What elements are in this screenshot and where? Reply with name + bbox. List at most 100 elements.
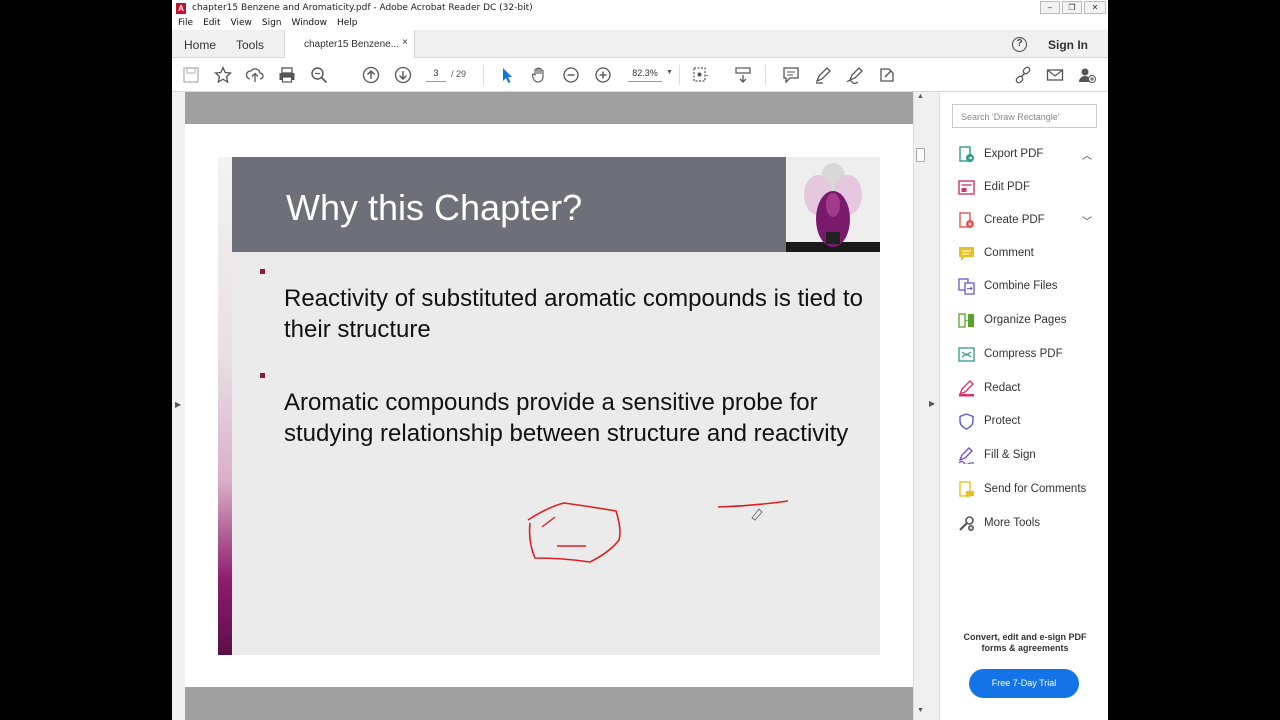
close-window-button[interactable]: ✕ [1084,1,1106,14]
send-for-comments-icon [959,480,974,498]
window-title: chapter15 Benzene and Aromaticity.pdf - … [192,3,533,13]
help-icon[interactable]: ? [1012,37,1027,52]
edit-pdf-icon [958,179,975,195]
tool-label: Fill & Sign [984,449,1036,461]
print-icon[interactable] [278,66,296,84]
document-viewport[interactable]: Why this Chapter? Reactivity of substitu… [185,92,913,720]
right-panel-toggle[interactable]: ▶ [927,92,939,720]
add-user-icon[interactable] [1078,66,1096,84]
tool-edit-pdf[interactable]: Edit PDF [958,177,1030,197]
protect-icon [959,412,974,430]
tab-tools[interactable]: Tools [236,38,264,52]
left-panel-toggle[interactable]: ▶ [172,92,185,720]
zoom-in-icon[interactable] [594,66,612,84]
tools-search-input[interactable]: Search 'Draw Rectangle' [952,104,1097,128]
zoom-level-input[interactable]: 82.3% [628,68,662,82]
sign-pen-icon[interactable] [846,66,864,85]
menu-bar: File Edit View Sign Window Help [172,16,1108,30]
collapse-right-icon[interactable]: ▶ [929,399,935,408]
expand-left-icon[interactable]: ▶ [175,400,181,409]
tool-fill-sign[interactable]: Fill & Sign [958,445,1036,465]
menu-help[interactable]: Help [337,18,358,28]
tool-label: Organize Pages [984,314,1067,326]
tool-create-pdf[interactable]: Create PDF ﹀ [958,210,1092,230]
tool-export-pdf[interactable]: Export PDF ︿ [958,144,1092,164]
page-total: / 29 [451,69,467,79]
next-page-icon[interactable] [394,66,412,84]
menu-window[interactable]: Window [292,18,328,28]
free-trial-button[interactable]: Free 7-Day Trial [969,669,1079,698]
tool-protect[interactable]: Protect [958,411,1020,431]
toolbar: 3 / 29 82.3% ▼ [172,58,1108,92]
vertical-scrollbar[interactable]: ▲ ▼ [913,92,927,720]
menu-sign[interactable]: Sign [262,18,282,28]
select-cursor-icon[interactable] [498,66,516,84]
tool-redact[interactable]: Redact [958,378,1020,398]
tool-label: More Tools [984,517,1041,529]
stamp-icon[interactable] [878,66,896,84]
tab-close-icon[interactable]: × [402,37,408,48]
save-icon[interactable] [182,66,200,84]
share-link-icon[interactable] [1014,66,1032,84]
tool-label: Export PDF [984,148,1044,160]
tab-home[interactable]: Home [184,38,216,52]
menu-edit[interactable]: Edit [203,18,220,28]
zoom-dropdown-icon[interactable]: ▼ [666,69,673,76]
menu-view[interactable]: View [231,18,252,28]
pdf-page-slide: Why this Chapter? Reactivity of substitu… [218,157,880,655]
bookmark-star-icon[interactable] [213,65,233,84]
email-icon[interactable] [1046,66,1064,84]
acrobat-window: A chapter15 Benzene and Aromaticity.pdf … [172,0,1108,720]
tool-label: Combine Files [984,280,1058,292]
minimize-button[interactable]: – [1040,1,1060,14]
tab-document[interactable]: chapter15 Benzene... × [284,30,415,59]
tab-bar: Home Tools chapter15 Benzene... × ? Sign… [172,30,1108,59]
tool-more-tools[interactable]: More Tools [958,513,1040,533]
scroll-up-icon[interactable]: ▲ [917,93,924,100]
ink-annotations [527,500,789,563]
menu-file[interactable]: File [178,18,193,28]
window-controls: – ❐ ✕ [1040,1,1106,14]
tool-compress-pdf[interactable]: Compress PDF [958,344,1063,364]
chevron-down-icon[interactable]: ﹀ [1082,213,1092,228]
promo-text: Convert, edit and e-sign PDF forms & agr… [963,632,1087,653]
tool-label: Protect [984,415,1021,427]
toolbar-divider [679,65,680,85]
tab-document-label: chapter15 Benzene... [304,39,400,50]
page-fit-icon[interactable] [692,66,710,84]
sign-in-link[interactable]: Sign In [1048,38,1088,52]
acrobat-app-icon: A [176,2,186,14]
restore-button[interactable]: ❐ [1062,1,1082,14]
hand-tool-icon[interactable] [530,66,548,84]
redact-icon [958,379,974,396]
tool-comment[interactable]: Comment [958,243,1034,263]
upload-cloud-icon[interactable] [245,66,264,84]
compress-pdf-icon [958,346,975,362]
zoom-out-icon[interactable] [562,66,580,84]
previous-page-icon[interactable] [362,66,380,84]
create-pdf-icon [959,211,974,228]
tool-label: Create PDF [984,214,1045,226]
comment-icon[interactable] [782,66,800,84]
export-pdf-icon [959,145,974,162]
tool-label: Edit PDF [984,181,1031,193]
tool-label: Compress PDF [984,348,1063,360]
toolbar-divider [483,65,484,85]
tool-organize-pages[interactable]: Organize Pages [958,310,1066,330]
page-gap [185,687,913,720]
tools-pane: Search 'Draw Rectangle' Export PDF ︿ Edi… [939,92,1108,720]
page-gap [185,92,913,124]
tool-send-for-comments[interactable]: Send for Comments [958,479,1086,499]
scrollbar-thumb[interactable] [916,148,925,162]
combine-files-icon [958,277,975,295]
tool-combine-files[interactable]: Combine Files [958,276,1058,296]
scroll-down-icon[interactable]: ▼ [917,707,924,714]
more-tools-icon [959,515,974,531]
chevron-up-icon[interactable]: ︿ [1082,147,1092,162]
title-bar: A chapter15 Benzene and Aromaticity.pdf … [172,0,1108,16]
tool-label: Comment [984,247,1034,259]
page-number-input[interactable]: 3 [426,68,446,82]
search-zoom-icon[interactable] [310,66,328,84]
highlight-pen-icon[interactable] [814,66,832,84]
scroll-mode-icon[interactable] [734,66,752,84]
